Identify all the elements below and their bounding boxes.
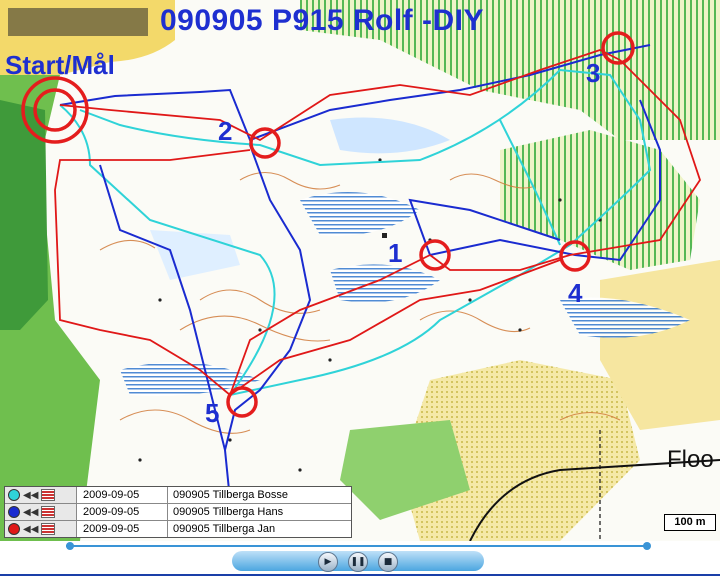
runner-row-controls: ◀◀: [5, 504, 77, 520]
stop-button[interactable]: ■: [378, 552, 398, 572]
scale-bar: 100 m: [664, 514, 716, 531]
runner-name: 090905 Tillberga Jan: [173, 523, 276, 535]
control-number-2: 2: [218, 116, 233, 146]
control-number-4: 4: [568, 278, 583, 308]
playback-timeline[interactable]: [0, 541, 720, 551]
rewind-icon[interactable]: ◀◀: [23, 507, 38, 518]
place-name-label: Floo: [667, 446, 714, 473]
playback-controls: ▶ ❚❚ ■: [0, 551, 720, 576]
orienteering-map[interactable]: [0, 0, 720, 541]
runner-row[interactable]: ◀◀ 2009-09-05 090905 Tillberga Hans: [5, 504, 351, 521]
rewind-icon[interactable]: ◀◀: [23, 490, 38, 501]
control-number-1: 1: [388, 238, 403, 268]
visibility-toggle-icon[interactable]: [8, 523, 20, 535]
split-list-icon[interactable]: [41, 523, 56, 535]
runner-row[interactable]: ◀◀ 2009-09-05 090905 Tillberga Jan: [5, 521, 351, 537]
pause-icon: ❚❚: [350, 557, 366, 567]
runner-row-controls: ◀◀: [5, 521, 77, 537]
split-list-icon[interactable]: [41, 506, 56, 518]
runner-list: ◀◀ 2009-09-05 090905 Tillberga Bosse ◀◀ …: [4, 486, 352, 538]
map-title: 090905 P915 Rolf -DIY: [160, 4, 484, 37]
pause-button[interactable]: ❚❚: [348, 552, 368, 572]
runner-name: 090905 Tillberga Hans: [173, 506, 284, 518]
runner-row[interactable]: ◀◀ 2009-09-05 090905 Tillberga Bosse: [5, 487, 351, 504]
visibility-toggle-icon[interactable]: [8, 489, 20, 501]
map-background: [0, 0, 720, 541]
control-number-3: 3: [586, 58, 601, 88]
start-finish-label: Start/Mål: [5, 50, 115, 80]
runner-name: 090905 Tillberga Bosse: [173, 489, 288, 501]
runner-date: 2009-09-05: [77, 487, 168, 503]
visibility-toggle-icon[interactable]: [8, 506, 20, 518]
route-viewer-app: 090905 P915 Rolf -DIY Start/Mål 1 2 3 4 …: [0, 0, 720, 576]
play-icon: ▶: [324, 557, 332, 567]
runner-date: 2009-09-05: [77, 521, 168, 537]
rewind-icon[interactable]: ◀◀: [23, 524, 38, 535]
play-button[interactable]: ▶: [318, 552, 338, 572]
split-list-icon[interactable]: [41, 489, 56, 501]
control-number-5: 5: [205, 398, 220, 428]
playback-control-bar: ▶ ❚❚ ■: [232, 551, 484, 572]
stop-icon: ■: [383, 557, 393, 567]
timeline-end-handle[interactable]: [643, 542, 651, 550]
timeline-start-handle[interactable]: [66, 542, 74, 550]
timeline-track[interactable]: [66, 545, 650, 547]
runner-row-controls: ◀◀: [5, 487, 77, 503]
runner-date: 2009-09-05: [77, 504, 168, 520]
